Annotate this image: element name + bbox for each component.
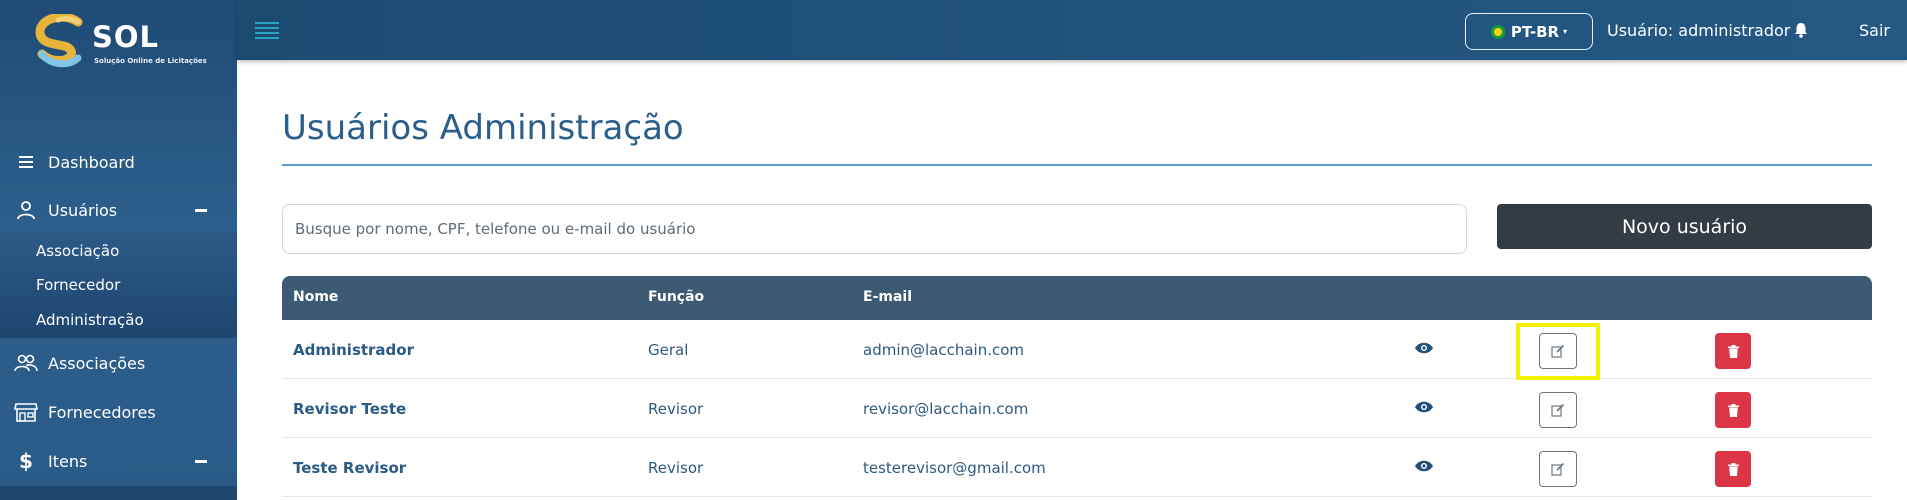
delete-button[interactable]: [1715, 392, 1751, 428]
edit-icon: [1551, 344, 1565, 358]
sidebar: SOL Solução Online de Licitações Dashboa…: [0, 0, 237, 500]
sidebar-submenu-itens: [0, 486, 237, 500]
search-input[interactable]: [282, 204, 1467, 254]
sidebar-item-label: Associações: [48, 353, 146, 373]
new-user-button[interactable]: Novo usuário: [1497, 204, 1872, 249]
current-user-label: Usuário: administrador: [1607, 21, 1791, 40]
page-title: Usuários Administração: [282, 108, 684, 148]
delete-button[interactable]: [1715, 451, 1751, 487]
column-header-role: Função: [648, 289, 705, 305]
logout-link[interactable]: Sair: [1859, 21, 1890, 40]
trash-icon: [1727, 462, 1739, 476]
trash-icon: [1727, 344, 1739, 358]
logo-mark-icon: [35, 14, 83, 68]
column-header-email: E-mail: [863, 289, 913, 305]
eye-icon[interactable]: [1414, 458, 1434, 477]
delete-button[interactable]: [1715, 333, 1751, 369]
user-icon: [14, 200, 38, 220]
user-role: Revisor: [648, 400, 704, 418]
edit-button[interactable]: [1539, 333, 1577, 369]
sidebar-item-associacoes[interactable]: Associações: [0, 343, 237, 383]
sidebar-item-label: Dashboard: [48, 152, 135, 172]
trash-icon: [1727, 403, 1739, 417]
title-divider: [282, 164, 1872, 166]
user-name: Teste Revisor: [293, 459, 407, 477]
menu-icon: [14, 156, 38, 168]
top-bar: PT-BR ▾ Usuário: administrador Sair: [237, 0, 1907, 60]
sidebar-submenu-usuarios: Associação Fornecedor Administração: [0, 232, 237, 338]
store-icon: [14, 402, 38, 422]
sidebar-item-label: Fornecedores: [48, 402, 156, 422]
user-name: Administrador: [293, 341, 414, 359]
sidebar-item-itens[interactable]: $ Itens: [0, 441, 237, 481]
menu-toggle-icon[interactable]: [255, 22, 279, 39]
users-table: Nome Função E-mail Administrador Geral a…: [282, 276, 1872, 497]
table-row: Revisor Teste Revisor revisor@lacchain.c…: [282, 379, 1872, 438]
user-role: Revisor: [648, 459, 704, 477]
table-row: Administrador Geral admin@lacchain.com: [282, 320, 1872, 379]
sidebar-item-fornecedores[interactable]: Fornecedores: [0, 392, 237, 432]
brazil-flag-icon: [1490, 24, 1505, 39]
table-header: Nome Função E-mail: [282, 276, 1872, 320]
users-group-icon: [14, 353, 38, 373]
collapse-icon[interactable]: [195, 209, 207, 212]
edit-icon: [1551, 403, 1565, 417]
brand-name: SOL: [92, 20, 160, 54]
collapse-icon[interactable]: [195, 460, 207, 463]
column-header-name: Nome: [293, 289, 339, 305]
chevron-down-icon: ▾: [1563, 27, 1568, 36]
edit-button[interactable]: [1539, 451, 1577, 487]
user-email: revisor@lacchain.com: [863, 400, 1029, 418]
sidebar-subitem-associacao[interactable]: Associação: [36, 242, 119, 260]
language-label: PT-BR: [1510, 22, 1560, 41]
sidebar-subitem-fornecedor[interactable]: Fornecedor: [36, 276, 120, 294]
user-email: testerevisor@gmail.com: [863, 459, 1046, 477]
user-email: admin@lacchain.com: [863, 341, 1025, 359]
eye-icon[interactable]: [1414, 340, 1434, 359]
bell-icon[interactable]: [1794, 22, 1808, 42]
sidebar-subitem-administracao[interactable]: Administração: [36, 311, 144, 329]
user-role: Geral: [648, 341, 689, 359]
edit-button[interactable]: [1539, 392, 1577, 428]
table-row: Teste Revisor Revisor testerevisor@gmail…: [282, 438, 1872, 497]
brand-subtitle: Solução Online de Licitações: [94, 57, 207, 65]
dollar-icon: $: [19, 449, 33, 473]
sidebar-item-usuarios[interactable]: Usuários: [0, 190, 237, 230]
eye-icon[interactable]: [1414, 399, 1434, 418]
sidebar-item-dashboard[interactable]: Dashboard: [0, 142, 237, 182]
app-logo[interactable]: SOL Solução Online de Licitações: [34, 14, 207, 74]
sidebar-item-label: Itens: [48, 451, 88, 471]
sidebar-item-label: Usuários: [48, 200, 118, 220]
language-selector[interactable]: PT-BR ▾: [1465, 13, 1593, 50]
user-name: Revisor Teste: [293, 400, 407, 418]
edit-icon: [1551, 462, 1565, 476]
